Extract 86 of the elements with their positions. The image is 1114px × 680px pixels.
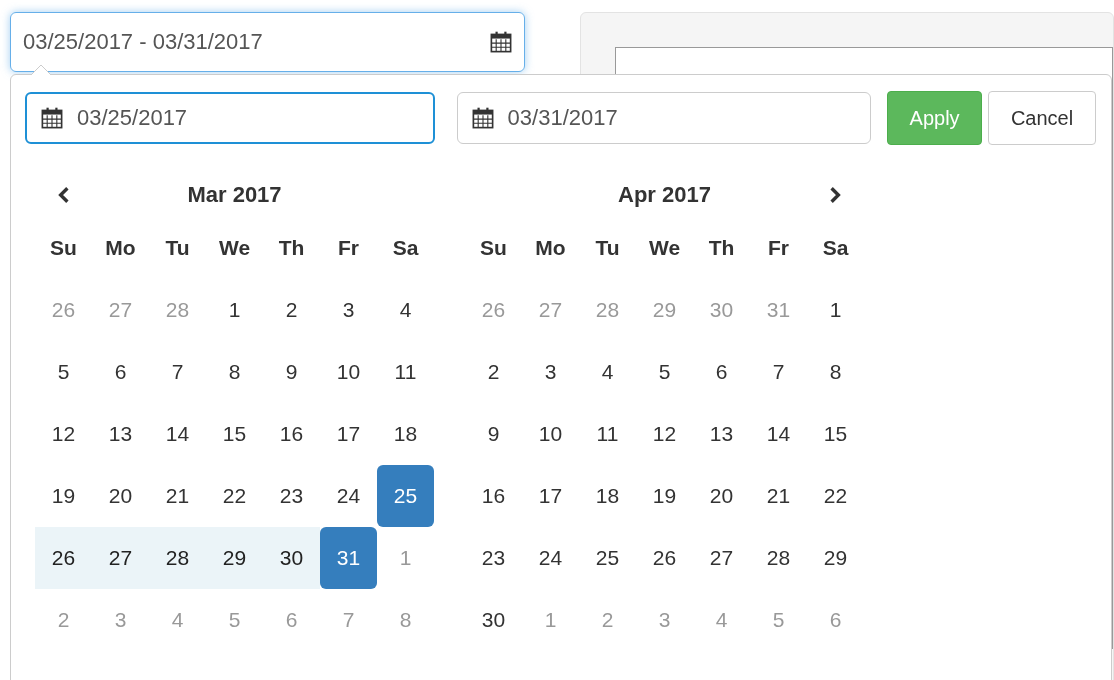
cancel-button[interactable]: Cancel [988, 91, 1096, 145]
weekday-label: Th [707, 235, 736, 261]
weekday-label: We [217, 235, 252, 261]
weekday-label: Mo [534, 235, 567, 261]
weekday-label: Su [479, 235, 508, 261]
calendar-day[interactable]: 24 [522, 527, 579, 589]
calendar-day[interactable]: 29 [206, 527, 263, 589]
calendar-day[interactable]: 22 [206, 465, 263, 527]
start-date-field[interactable]: 03/25/2017 [25, 92, 435, 144]
calendar-day[interactable]: 1 [807, 279, 864, 341]
calendar-day[interactable]: 10 [320, 341, 377, 403]
calendar-day[interactable]: 17 [320, 403, 377, 465]
calendar-day[interactable]: 4 [579, 341, 636, 403]
calendar-day[interactable]: 13 [92, 403, 149, 465]
calendar-day[interactable]: 18 [377, 403, 434, 465]
calendar-day[interactable]: 12 [636, 403, 693, 465]
calendar-day[interactable]: 21 [149, 465, 206, 527]
previous-month-icon[interactable] [57, 186, 70, 204]
calendar-day[interactable]: 27 [693, 527, 750, 589]
calendar-day[interactable]: 28 [750, 527, 807, 589]
calendar-day[interactable]: 9 [263, 341, 320, 403]
calendar-day[interactable]: 9 [465, 403, 522, 465]
calendar-day[interactable]: 1 [206, 279, 263, 341]
calendar-day[interactable]: 12 [35, 403, 92, 465]
calendar-day[interactable]: 19 [35, 465, 92, 527]
calendar-day[interactable]: 29 [807, 527, 864, 589]
calendar-day[interactable]: 10 [522, 403, 579, 465]
weekday-label: We [647, 235, 682, 261]
calendar-day[interactable]: 26 [35, 527, 92, 589]
calendar-day[interactable]: 21 [750, 465, 807, 527]
calendar-day[interactable]: 19 [636, 465, 693, 527]
calendar-day[interactable]: 8 [807, 341, 864, 403]
calendar-day[interactable]: 24 [320, 465, 377, 527]
weekday-label: Mo [104, 235, 137, 261]
month-title: Apr 2017 [618, 182, 711, 208]
calendar-day[interactable]: 11 [377, 341, 434, 403]
calendar-day[interactable]: 20 [92, 465, 149, 527]
calendar-icon [471, 107, 494, 129]
calendar-day[interactable]: 16 [263, 403, 320, 465]
calendar-day[interactable]: 8 [206, 341, 263, 403]
calendar-day[interactable]: 22 [807, 465, 864, 527]
calendar-day[interactable]: 30 [263, 527, 320, 589]
calendar-day[interactable]: 15 [206, 403, 263, 465]
calendar-icon [41, 107, 63, 129]
calendar-day[interactable]: 23 [465, 527, 522, 589]
end-date-field[interactable]: 03/31/2017 [456, 92, 872, 144]
calendar-day[interactable]: 14 [149, 403, 206, 465]
calendar-day[interactable]: 11 [579, 403, 636, 465]
weekday-label: Tu [164, 235, 191, 261]
weekday-label: Sa [391, 235, 420, 261]
weekday-label: Th [277, 235, 306, 261]
calendar-day[interactable]: 23 [263, 465, 320, 527]
calendar-day[interactable]: 4 [377, 279, 434, 341]
calendar-day[interactable]: 25 [579, 527, 636, 589]
calendar-day[interactable]: 6 [693, 341, 750, 403]
calendar-day[interactable]: 20 [693, 465, 750, 527]
calendar-icon [490, 31, 512, 53]
weekday-label: Tu [594, 235, 621, 261]
weekday-label: Su [49, 235, 78, 261]
calendar-day[interactable]: 3 [522, 341, 579, 403]
calendar-day[interactable]: 18 [579, 465, 636, 527]
month-title: Mar 2017 [187, 182, 282, 208]
next-month-icon[interactable] [829, 186, 842, 204]
weekday-label: Fr [337, 235, 360, 261]
date-range-field[interactable]: 03/25/2017 - 03/31/2017 [10, 12, 525, 72]
calendar-day[interactable]: 17 [522, 465, 579, 527]
calendar-day[interactable]: 6 [92, 341, 149, 403]
calendar-day[interactable]: 3 [320, 279, 377, 341]
calendar-day[interactable]: 2 [263, 279, 320, 341]
calendar-day[interactable]: 7 [750, 341, 807, 403]
calendar-day[interactable]: 26 [636, 527, 693, 589]
calendar-day[interactable]: 31 [320, 527, 377, 589]
calendar-day[interactable]: 13 [693, 403, 750, 465]
calendar-day[interactable]: 27 [92, 527, 149, 589]
calendar-day[interactable]: 5 [636, 341, 693, 403]
weekday-label: Sa [821, 235, 850, 261]
calendar-day[interactable]: 7 [149, 341, 206, 403]
calendar-day[interactable]: 16 [465, 465, 522, 527]
calendar-day[interactable]: 5 [35, 341, 92, 403]
calendar-day[interactable]: 28 [149, 527, 206, 589]
calendar-day[interactable]: 25 [377, 465, 434, 527]
calendar-day[interactable]: 14 [750, 403, 807, 465]
weekday-label: Fr [767, 235, 790, 261]
calendar-day[interactable]: 15 [807, 403, 864, 465]
calendar-day[interactable]: 2 [465, 341, 522, 403]
calendar-day[interactable]: 30 [465, 589, 522, 651]
